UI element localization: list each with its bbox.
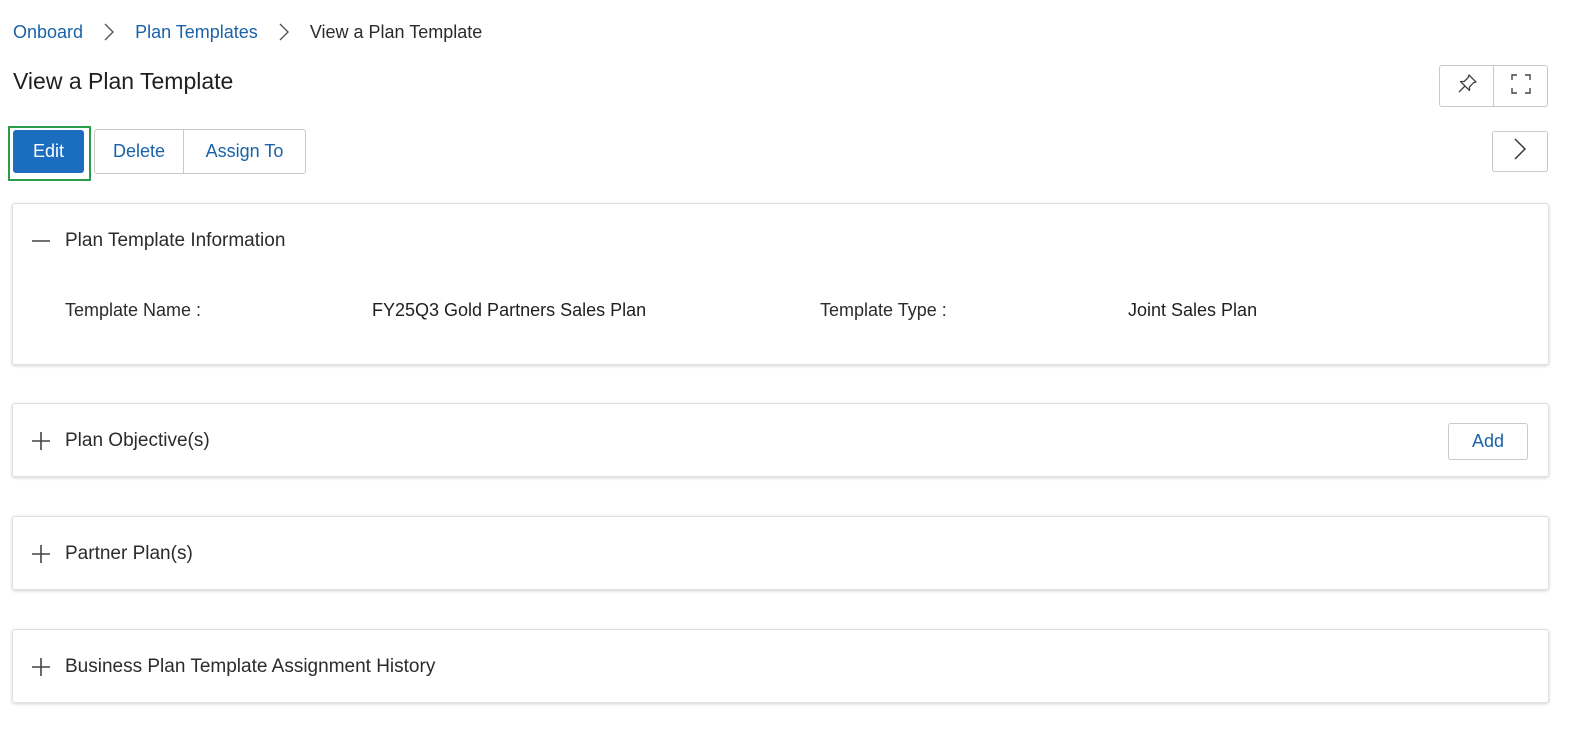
minus-icon <box>31 231 51 251</box>
assign-to-button[interactable]: Assign To <box>183 130 305 173</box>
plan-template-information-header[interactable]: Plan Template Information <box>13 204 1548 278</box>
plus-icon <box>31 657 51 677</box>
template-type-label: Template Type : <box>820 300 947 320</box>
partner-plans-header[interactable]: Partner Plan(s) <box>13 517 1548 591</box>
pin-icon <box>1456 73 1478 100</box>
fullscreen-icon <box>1510 73 1532 100</box>
chevron-right-icon <box>83 23 135 41</box>
template-name-label: Template Name : <box>65 300 202 320</box>
panel-title: Business Plan Template Assignment Histor… <box>65 656 436 677</box>
plan-template-information-panel: Plan Template Information Template Name … <box>12 203 1549 365</box>
add-objective-button[interactable]: Add <box>1448 423 1528 460</box>
plan-objectives-header[interactable]: Plan Objective(s) <box>13 404 1548 478</box>
breadcrumb-link-onboard[interactable]: Onboard <box>13 22 83 43</box>
breadcrumb-current: View a Plan Template <box>309 21 483 42</box>
template-name-value: FY25Q3 Gold Partners Sales Plan <box>372 300 647 320</box>
breadcrumb: Onboard Plan Templates View a Plan Templ… <box>13 20 482 44</box>
assignment-history-panel: Business Plan Template Assignment Histor… <box>12 629 1549 703</box>
plan-objectives-panel: Plan Objective(s) Add <box>12 403 1549 477</box>
plus-icon <box>31 431 51 451</box>
assignment-history-header[interactable]: Business Plan Template Assignment Histor… <box>13 630 1548 704</box>
next-record-button[interactable] <box>1492 131 1548 172</box>
chevron-right-icon <box>1514 138 1527 165</box>
chevron-right-icon <box>258 23 310 41</box>
action-button-group: Delete Assign To <box>94 129 306 174</box>
partner-plans-panel: Partner Plan(s) <box>12 516 1549 590</box>
edit-button[interactable]: Edit <box>13 130 84 173</box>
panel-title: Partner Plan(s) <box>65 543 193 564</box>
plus-icon <box>31 544 51 564</box>
view-options-group <box>1439 65 1548 107</box>
fullscreen-button[interactable] <box>1493 66 1547 106</box>
template-type-value: Joint Sales Plan <box>1128 300 1258 320</box>
breadcrumb-link-plan-templates[interactable]: Plan Templates <box>135 22 258 43</box>
panel-title: Plan Objective(s) <box>65 430 210 451</box>
pin-button[interactable] <box>1440 66 1493 106</box>
delete-button[interactable]: Delete <box>95 130 183 173</box>
page-title: View a Plan Template <box>13 68 234 94</box>
panel-title: Plan Template Information <box>65 230 286 251</box>
